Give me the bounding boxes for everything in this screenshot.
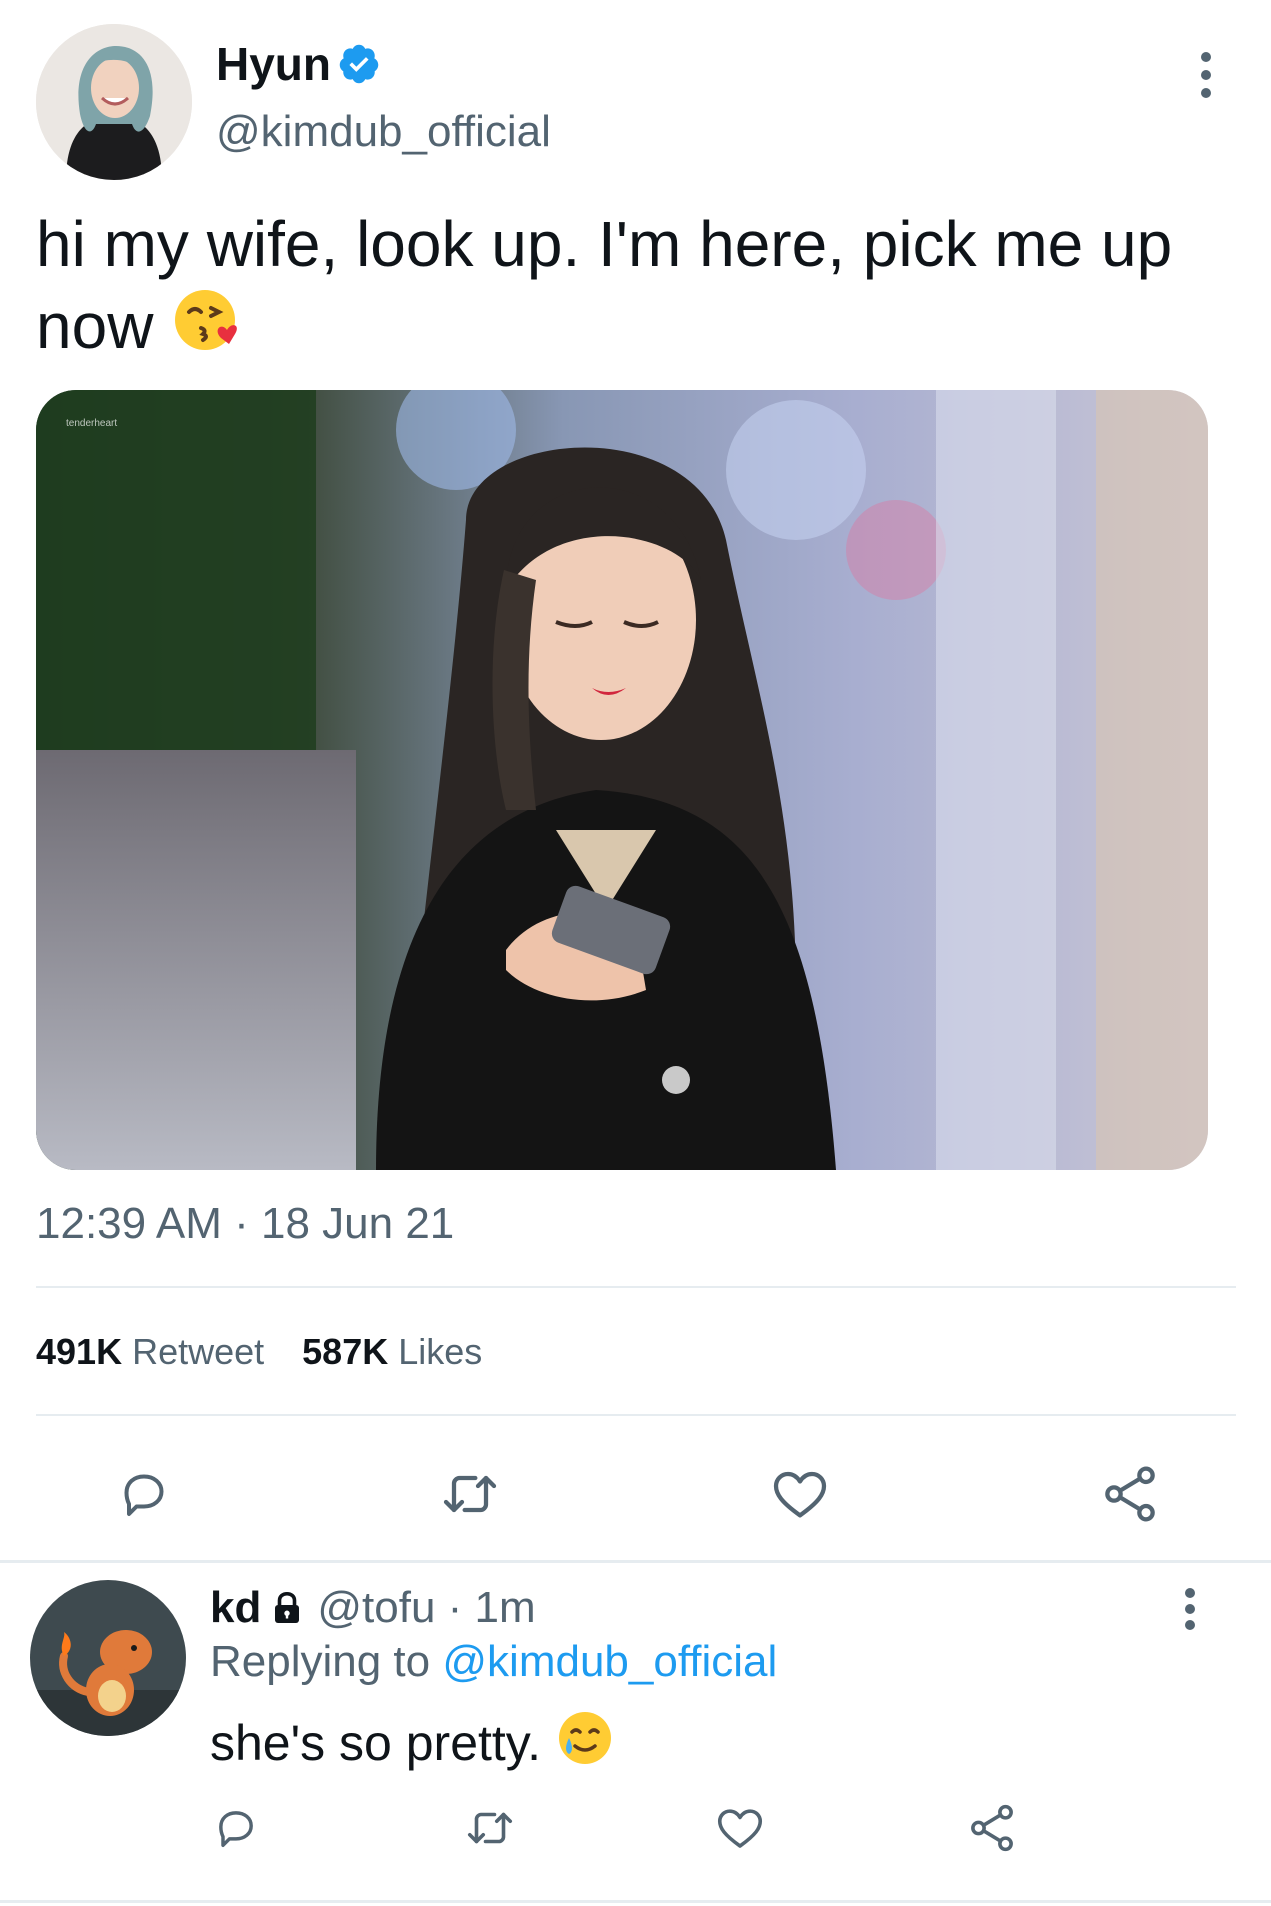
tweet-text: hi my wife, look up. I'm here, pick me u… (36, 204, 1226, 366)
retweet-button[interactable] (432, 1456, 508, 1532)
reply-retweet-button[interactable] (458, 1796, 522, 1860)
reply-text: she's so pretty. (210, 1708, 615, 1773)
reply-share-button[interactable] (960, 1796, 1024, 1860)
reply-author-name[interactable]: kd (210, 1582, 261, 1634)
reply-like-button[interactable] (708, 1796, 772, 1860)
like-stat-label: Likes (398, 1331, 483, 1372)
retweet-stat-label: Retweet (132, 1331, 265, 1372)
share-icon (971, 1804, 1013, 1852)
like-icon (773, 1471, 827, 1518)
dot (1201, 52, 1211, 62)
reply-header: kd @tofu · 1m (210, 1582, 536, 1634)
kiss-face-emoji-icon (175, 290, 238, 350)
reply-icon (124, 1474, 164, 1516)
dot (1201, 70, 1211, 80)
retweet-icon (443, 1475, 497, 1513)
replying-to-prefix: Replying to (210, 1637, 431, 1686)
like-button[interactable] (762, 1456, 838, 1532)
like-stat[interactable]: 587K Likes (302, 1331, 482, 1372)
reply-icon (219, 1811, 253, 1848)
author-name-text: Hyun (216, 38, 331, 90)
replying-to-handle-link[interactable]: @kimdub_official (442, 1637, 777, 1686)
retweet-count: 491K (36, 1331, 123, 1372)
replying-to-line: Replying to @kimdub_official (210, 1636, 777, 1688)
author-display-name[interactable]: Hyun (216, 38, 381, 90)
section-divider (0, 1900, 1271, 1903)
reply-handle-time[interactable]: @tofu · 1m (317, 1582, 535, 1634)
section-divider (0, 1560, 1271, 1563)
dot (1185, 1604, 1195, 1614)
author-handle[interactable]: @kimdub_official (216, 106, 551, 158)
reply-author-avatar[interactable] (30, 1580, 186, 1736)
tweet-stats: 491K Retweet 587K Likes (36, 1330, 482, 1374)
lock-icon (275, 1591, 300, 1623)
divider (36, 1286, 1236, 1288)
author-avatar[interactable] (36, 24, 192, 180)
like-count: 587K (302, 1331, 389, 1372)
dot (1185, 1620, 1195, 1630)
verified-badge-icon (339, 44, 379, 84)
share-icon (1105, 1466, 1155, 1522)
tweet-detail-screen: Hyun @kimdub_official hi my wife, look u… (0, 0, 1271, 1906)
retweet-icon (467, 1812, 513, 1844)
reply-button[interactable] (106, 1456, 182, 1532)
tweet-timestamp[interactable]: 12:39 AM · 18 Jun 21 (36, 1198, 454, 1250)
photo-watermark: tenderheart (66, 418, 118, 429)
dot (1201, 88, 1211, 98)
share-button[interactable] (1092, 1456, 1168, 1532)
more-options-icon[interactable] (1186, 52, 1226, 98)
reply-text-content: she's so pretty. (210, 1715, 541, 1771)
retweet-stat[interactable]: 491K Retweet (36, 1331, 264, 1372)
like-icon (717, 1809, 763, 1848)
reply-reply-button[interactable] (204, 1796, 268, 1860)
reply-more-options-icon[interactable] (1170, 1588, 1210, 1630)
tweet-photo[interactable]: tenderheart (36, 390, 1208, 1170)
divider (36, 1414, 1236, 1416)
dot (1185, 1588, 1195, 1598)
smiling-face-with-tear-emoji-icon (558, 1712, 611, 1764)
